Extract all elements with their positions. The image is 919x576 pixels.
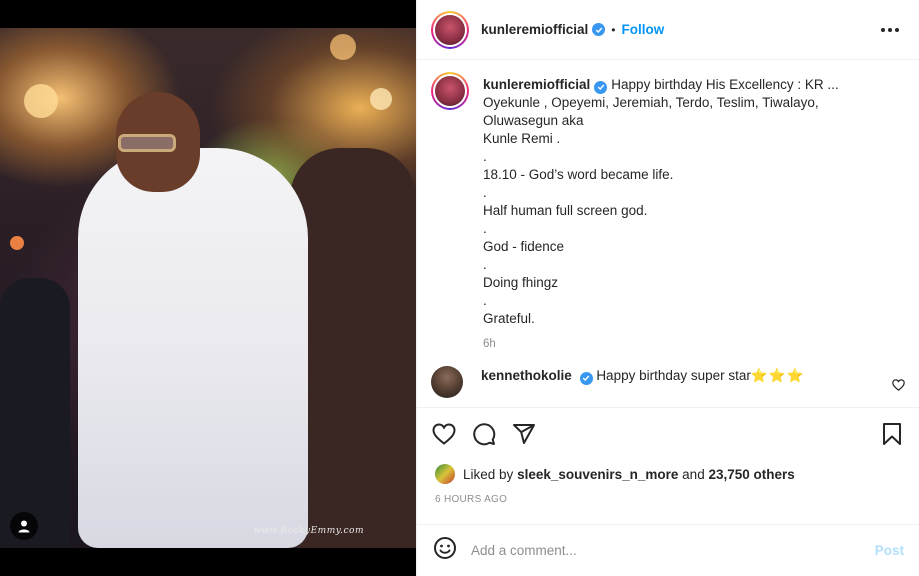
post-header: kunleremiofficial • Follow <box>417 0 919 60</box>
comment-username[interactable]: kennethokolie <box>481 368 572 383</box>
subject-sunglasses <box>118 134 176 152</box>
photo-watermark: www.RockyEmmy.com <box>253 526 364 536</box>
posted-time[interactable]: 6 HOURS AGO <box>417 494 919 516</box>
post-photo[interactable]: www.RockyEmmy.com <box>0 28 416 548</box>
separator-dot: • <box>611 22 616 37</box>
post-media[interactable]: www.RockyEmmy.com <box>0 0 416 576</box>
likes-prefix: Liked by <box>463 466 514 482</box>
background-person <box>290 148 416 548</box>
verified-badge-icon <box>592 23 606 36</box>
tagged-users-button[interactable] <box>10 512 38 540</box>
subject-white-suit <box>78 148 308 548</box>
background-person <box>0 278 70 548</box>
caption-avatar[interactable] <box>431 72 469 110</box>
liker-username[interactable]: sleek_souvenirs_n_more <box>517 467 678 482</box>
post-caption: kunleremiofficial Happy birthday His Exce… <box>431 72 905 350</box>
caption-text: Happy birthday His Excellency : KR ... O… <box>483 77 839 326</box>
verified-badge-icon <box>579 371 593 385</box>
likes-joiner: and <box>682 466 705 482</box>
comment-text: Happy birthday super star <box>596 368 751 383</box>
save-bookmark-icon[interactable] <box>879 421 905 447</box>
caption-username[interactable]: kunleremiofficial <box>483 77 590 92</box>
header-username[interactable]: kunleremiofficial <box>481 22 588 37</box>
liker-avatar[interactable] <box>435 464 455 484</box>
add-comment-bar: Post <box>417 524 919 576</box>
bokeh-light <box>370 88 392 110</box>
likes-others-count[interactable]: 23,750 others <box>708 467 794 482</box>
more-options-icon[interactable] <box>875 22 905 38</box>
bokeh-light <box>24 84 58 118</box>
like-heart-icon[interactable] <box>431 421 457 447</box>
post-comment-button[interactable]: Post <box>875 543 904 558</box>
comments-section[interactable]: kunleremiofficial Happy birthday His Exce… <box>417 60 919 408</box>
avatar-image <box>435 14 465 45</box>
user-icon <box>18 520 30 533</box>
comment-item: kennethokolie Happy birthday super star⭐… <box>431 366 905 398</box>
comment-bubble-icon[interactable] <box>471 421 497 447</box>
action-bar <box>417 408 919 460</box>
verified-badge-icon <box>594 80 608 94</box>
caption-body: kunleremiofficial Happy birthday His Exce… <box>483 76 893 350</box>
share-send-icon[interactable] <box>511 421 537 447</box>
star-emojis: ⭐⭐⭐ <box>750 368 805 383</box>
emoji-smiley-icon[interactable] <box>433 536 457 565</box>
bokeh-light <box>10 236 24 250</box>
follow-button[interactable]: Follow <box>622 22 665 37</box>
likes-summary: Liked by sleek_souvenirs_n_more and 23,7… <box>417 460 919 488</box>
comment-avatar[interactable] <box>431 366 463 398</box>
caption-time[interactable]: 6h <box>483 338 893 350</box>
comment-like-heart-icon[interactable] <box>892 378 905 396</box>
avatar[interactable] <box>431 10 469 49</box>
avatar-image <box>435 76 465 106</box>
bokeh-light <box>330 34 356 60</box>
post-details-panel: kunleremiofficial • Follow kunleremioffi… <box>416 0 919 576</box>
add-comment-input[interactable] <box>471 543 875 558</box>
